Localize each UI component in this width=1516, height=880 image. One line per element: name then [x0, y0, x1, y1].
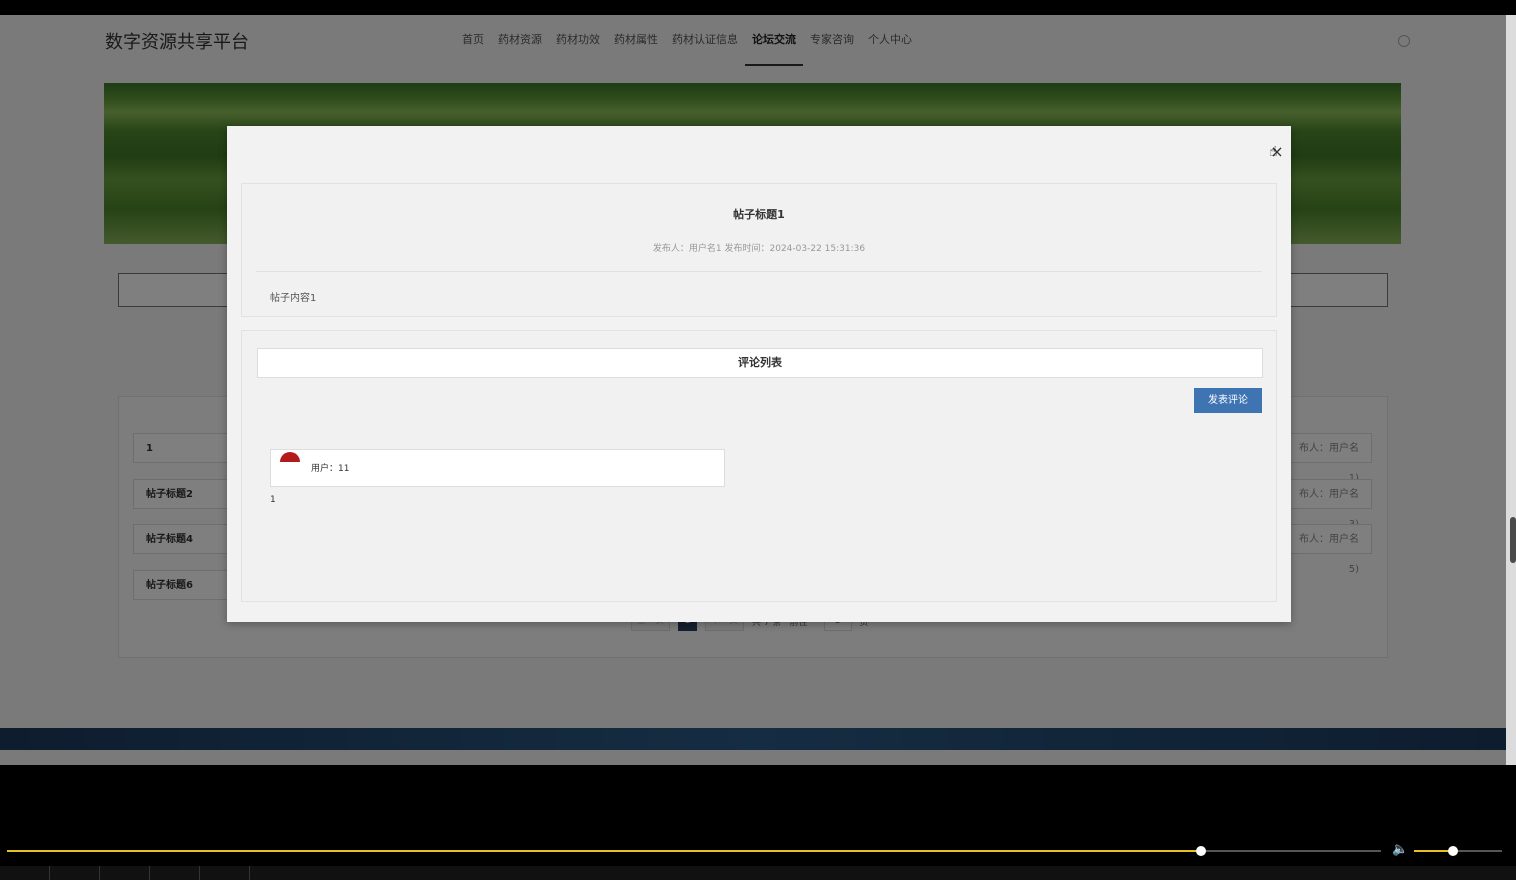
- divider: [256, 271, 1262, 272]
- hand-cursor-icon: ☝: [1269, 144, 1278, 160]
- post-detail-dialog: × ☝ 帖子标题1 发布人：用户名1 发布时间：2024-03-22 15:31…: [227, 126, 1291, 622]
- page-scrollbar[interactable]: [1506, 15, 1516, 765]
- video-player-controls: 🔈: [0, 765, 1516, 880]
- top-black-bar: [0, 0, 1516, 15]
- comment-item: 用户：11: [270, 449, 725, 487]
- avatar: [280, 452, 300, 462]
- post-content: 帖子内容1: [270, 293, 317, 304]
- add-comment-button[interactable]: 发表评论: [1194, 388, 1262, 413]
- comment-text: 1: [270, 495, 276, 505]
- progress-handle[interactable]: [1196, 846, 1206, 856]
- comment-user: 用户：11: [311, 464, 350, 474]
- volume-handle[interactable]: [1448, 846, 1458, 856]
- scrollbar-thumb[interactable]: [1510, 517, 1516, 563]
- strip-segment: [0, 866, 50, 880]
- strip-segment: [150, 866, 200, 880]
- bottom-strip: [0, 866, 1516, 880]
- volume-icon[interactable]: 🔈: [1392, 843, 1408, 857]
- progress-fill: [7, 850, 1201, 852]
- comments-section: 评论列表 发表评论 用户：11 1: [241, 330, 1277, 602]
- strip-segment: [50, 866, 100, 880]
- strip-segment: [200, 866, 250, 880]
- comments-header: 评论列表: [257, 348, 1263, 378]
- post-meta: 发布人：用户名1 发布时间：2024-03-22 15:31:36: [652, 244, 866, 254]
- post-card: 帖子标题1 发布人：用户名1 发布时间：2024-03-22 15:31:36 …: [241, 183, 1277, 317]
- post-title: 帖子标题1: [733, 208, 785, 221]
- strip-segment: [100, 866, 150, 880]
